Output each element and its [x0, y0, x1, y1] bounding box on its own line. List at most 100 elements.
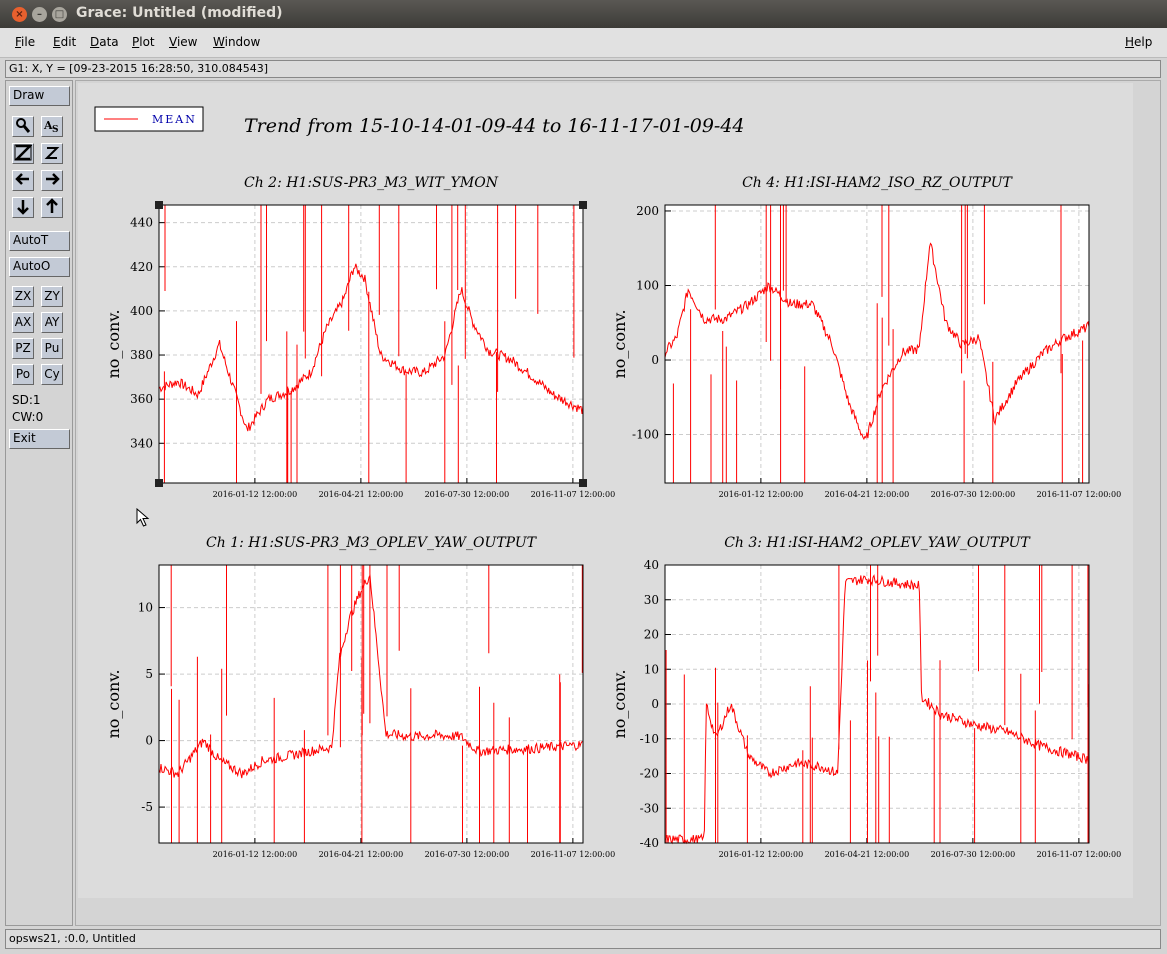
po-button[interactable]: Po	[12, 364, 34, 385]
selection-handle	[579, 201, 587, 209]
x-tick-label: 2016-01-12 12:00:00	[719, 490, 804, 499]
autoscale-z-icon[interactable]	[12, 143, 34, 164]
close-window-icon[interactable]: ×	[12, 7, 27, 22]
pu-button[interactable]: Pu	[41, 338, 63, 359]
selection-handle	[155, 479, 163, 487]
x-tick-label: 2016-07-30 12:00:00	[425, 850, 510, 859]
y-tick-label: 10	[644, 662, 659, 676]
x-tick-label: 2016-04-21 12:00:00	[319, 490, 404, 499]
y-axis-label: no_conv.	[610, 309, 629, 378]
maximize-window-icon[interactable]: □	[52, 7, 67, 22]
text-icon[interactable]: AS	[41, 116, 63, 137]
y-tick-label: 400	[130, 304, 153, 318]
x-tick-label: 2016-04-21 12:00:00	[825, 490, 910, 499]
x-tick-label: 2016-04-21 12:00:00	[319, 850, 404, 859]
menu-bar: File Edit Data Plot View Window Help	[0, 28, 1167, 58]
chart-title: Ch 1: H1:SUS-PR3_M3_OPLEV_YAW_OUTPUT	[206, 535, 538, 551]
menu-edit[interactable]: Edit	[53, 35, 76, 49]
sd-label: SD:1	[12, 393, 41, 407]
y-tick-label: 420	[130, 260, 153, 274]
y-axis-label: no_conv.	[104, 669, 123, 738]
y-axis-label: no_conv.	[104, 309, 123, 378]
y-tick-label: 0	[651, 353, 659, 367]
window-title: Grace: Untitled (modified)	[76, 5, 283, 21]
zoom-icon[interactable]	[12, 116, 34, 137]
x-tick-label: 2016-07-30 12:00:00	[931, 850, 1016, 859]
x-tick-label: 2016-11-07 12:00:00	[531, 850, 616, 859]
graph-canvas-frame[interactable]: MEAN Trend from 15-10-14-01-09-44 to 16-…	[75, 80, 1161, 926]
menu-view[interactable]: View	[169, 35, 197, 49]
chart-title: Ch 3: H1:ISI-HAM2_OPLEV_YAW_OUTPUT	[724, 535, 1031, 551]
y-tick-label: 10	[138, 601, 153, 615]
pz-button[interactable]: PZ	[12, 338, 34, 359]
cw-label: CW:0	[12, 410, 44, 424]
title-bar: × – □ Grace: Untitled (modified)	[0, 0, 1167, 28]
y-tick-label: 0	[145, 734, 153, 748]
y-tick-label: 340	[130, 436, 153, 450]
plot-area	[159, 205, 583, 483]
status-bar: opsws21, :0.0, Untitled	[5, 929, 1161, 949]
figure-title: Trend from 15-10-14-01-09-44 to 16-11-17…	[244, 115, 745, 137]
locator-bar: G1: X, Y = [09-23-2015 16:28:50, 310.084…	[5, 60, 1161, 78]
svg-text:S: S	[52, 125, 59, 134]
autot-button[interactable]: AutoT	[9, 231, 70, 251]
y-tick-label: -100	[632, 428, 659, 442]
plot-area	[159, 565, 583, 843]
menu-help[interactable]: Help	[1125, 35, 1152, 49]
right-arrow-icon[interactable]	[41, 170, 63, 191]
x-tick-label: 2016-04-21 12:00:00	[825, 850, 910, 859]
y-tick-label: 40	[644, 558, 659, 572]
cy-button[interactable]: Cy	[41, 364, 63, 385]
y-tick-label: 360	[130, 392, 153, 406]
x-tick-label: 2016-01-12 12:00:00	[213, 850, 298, 859]
zoom-out-icon[interactable]	[41, 143, 63, 164]
x-tick-label: 2016-07-30 12:00:00	[425, 490, 510, 499]
x-tick-label: 2016-01-12 12:00:00	[719, 850, 804, 859]
ay-button[interactable]: AY	[41, 312, 63, 333]
selection-handle	[155, 201, 163, 209]
zy-button[interactable]: ZY	[41, 286, 63, 307]
menu-window[interactable]: Window	[213, 35, 260, 49]
draw-button[interactable]: Draw	[9, 86, 70, 106]
x-tick-label: 2016-01-12 12:00:00	[213, 490, 298, 499]
tool-panel: Draw AS AutoT AutoO ZX ZY AX AY PZ Pu Po…	[5, 80, 73, 926]
chart-panel-3: 2016-01-12 12:00:00 2016-04-21 12:00:00 20…	[104, 535, 615, 859]
menu-file[interactable]: File	[15, 35, 35, 49]
x-tick-label: 2016-11-07 12:00:00	[1037, 850, 1122, 859]
down-arrow-icon[interactable]	[12, 197, 34, 218]
menu-plot[interactable]: Plot	[132, 35, 155, 49]
autoo-button[interactable]: AutoO	[9, 257, 70, 277]
ax-button[interactable]: AX	[12, 312, 34, 333]
graph-canvas[interactable]: MEAN Trend from 15-10-14-01-09-44 to 16-…	[76, 81, 1162, 927]
y-tick-label: -10	[640, 732, 659, 746]
y-tick-label: -5	[141, 800, 153, 814]
legend-label: MEAN	[152, 113, 197, 126]
y-tick-label: 5	[145, 667, 153, 681]
y-tick-label: 30	[644, 593, 659, 607]
x-tick-label: 2016-11-07 12:00:00	[531, 490, 616, 499]
left-arrow-icon[interactable]	[12, 170, 34, 191]
up-arrow-icon[interactable]	[41, 197, 63, 218]
y-tick-label: 380	[130, 348, 153, 362]
y-tick-label: 200	[636, 204, 659, 218]
minimize-window-icon[interactable]: –	[32, 7, 47, 22]
y-tick-label: -20	[640, 767, 659, 781]
chart-panel-1: 2016-01-12 12:00:00 2016-04-21 12:00:00 20…	[104, 175, 615, 499]
y-tick-label: 440	[130, 216, 153, 230]
chart-panel-4: 2016-01-12 12:00:00 2016-04-21 12:00:00 20…	[610, 535, 1121, 859]
chart-title: Ch 4: H1:ISI-HAM2_ISO_RZ_OUTPUT	[742, 175, 1013, 191]
y-tick-label: -40	[640, 836, 659, 850]
y-tick-label: 0	[651, 697, 659, 711]
selection-handle	[579, 479, 587, 487]
zx-button[interactable]: ZX	[12, 286, 34, 307]
x-tick-label: 2016-07-30 12:00:00	[931, 490, 1016, 499]
y-tick-label: -30	[640, 801, 659, 815]
mouse-cursor-icon	[136, 507, 150, 531]
menu-data[interactable]: Data	[90, 35, 119, 49]
chart-panel-2: 2016-01-12 12:00:00 2016-04-21 12:00:00 20…	[610, 175, 1121, 499]
y-tick-label: 20	[644, 628, 659, 642]
x-tick-label: 2016-11-07 12:00:00	[1037, 490, 1122, 499]
legend-box: MEAN	[94, 106, 204, 132]
y-axis-label: no_conv.	[610, 669, 629, 738]
exit-button[interactable]: Exit	[9, 429, 70, 449]
